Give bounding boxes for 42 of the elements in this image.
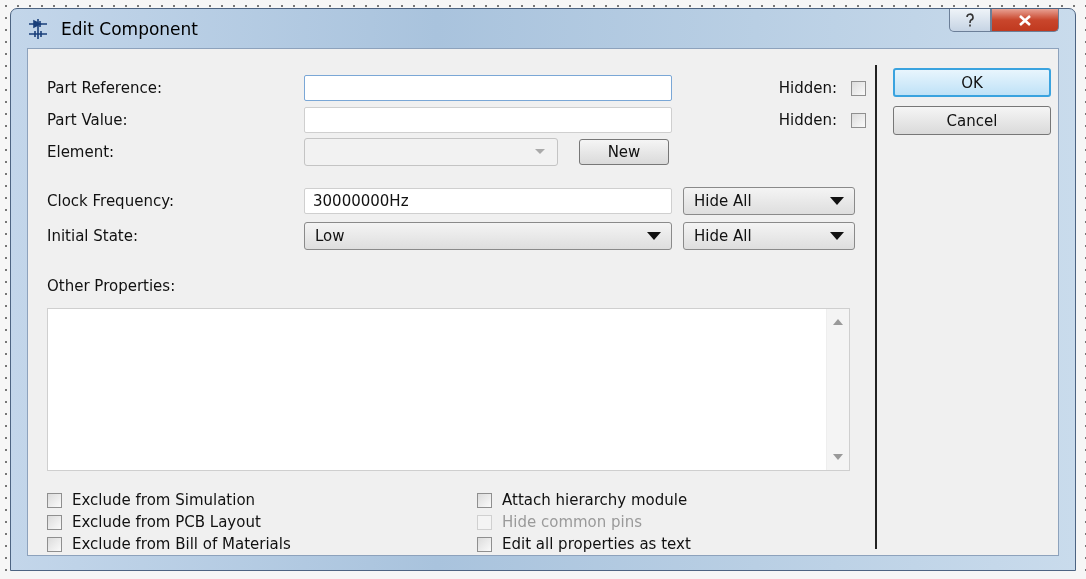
option-label: Edit all properties as text [502,535,691,553]
state-dropdown[interactable]: Low [304,222,672,250]
caret-icon [533,148,547,156]
caret-icon [647,232,661,240]
field-label: Part Reference: [47,79,163,97]
checkbox[interactable] [851,80,866,96]
help-button[interactable] [949,9,991,32]
visibility-dropdown[interactable]: Hide All [683,222,855,250]
text-field[interactable]: 30000000Hz [304,188,672,214]
caret-icon [830,197,844,205]
text-field[interactable] [304,107,672,133]
text-field[interactable] [304,75,672,101]
scroll-up-icon[interactable] [833,319,843,325]
scroll-down-icon[interactable] [833,454,843,460]
hidden-label: Hidden: [778,79,837,97]
close-icon [1018,14,1032,26]
component-icon [27,17,49,40]
ok-button[interactable]: OK [893,68,1051,97]
hidden-label: Hidden: [778,111,837,129]
section-label: Other Properties: [47,277,176,295]
checkbox[interactable] [47,492,62,508]
option-label: Hide common pins [502,513,643,531]
property-label: Clock Frequency: [47,192,175,210]
option-label: Exclude from Simulation [72,491,256,509]
caret-icon [830,232,844,240]
cancel-button[interactable]: Cancel [893,106,1051,135]
checkbox[interactable] [477,492,492,508]
option-label: Exclude from PCB Layout [72,513,261,531]
checkbox[interactable] [851,112,866,128]
help-icon [965,13,975,27]
option-label: Attach hierarchy module [502,491,688,509]
checkbox[interactable] [477,536,492,552]
window-title: Edit Component [61,18,199,39]
checkbox[interactable] [47,514,62,530]
scrollbar[interactable] [826,309,849,470]
field-label: Part Value: [47,111,129,129]
close-button[interactable] [991,9,1059,32]
field-label: Element: [47,143,116,161]
checkbox[interactable] [47,536,62,552]
property-label: Initial State: [47,227,140,245]
option-label: Exclude from Bill of Materials [72,535,291,553]
visibility-dropdown[interactable]: Hide All [683,187,855,215]
